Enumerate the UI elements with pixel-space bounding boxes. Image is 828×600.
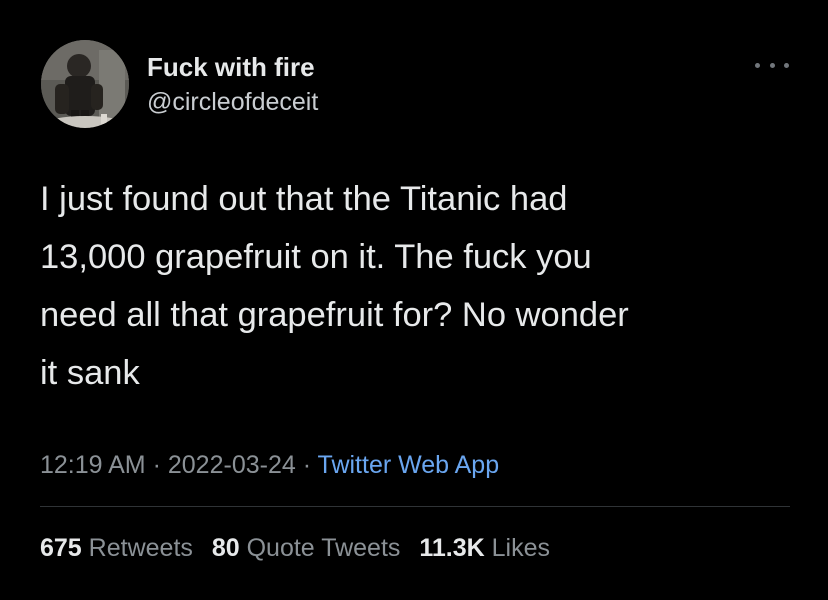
quote-tweets-label: Quote Tweets [246, 534, 401, 562]
tweet-text: I just found out that the Titanic had 13… [40, 170, 800, 402]
more-dot [769, 62, 775, 68]
author-handle[interactable]: @circleofdeceit [147, 87, 318, 117]
separator-dot: · [302, 451, 312, 479]
tweet-card: Fuck with fire @circleofdeceit I just fo… [0, 0, 828, 600]
tweet-source-link[interactable]: Twitter Web App [318, 451, 500, 479]
tweet-text-line: I just found out that the Titanic had [40, 180, 568, 218]
tweet-text-line: need all that grapefruit for? No wonder [40, 296, 629, 334]
more-dot [784, 62, 789, 68]
more-dot [755, 62, 760, 68]
tweet-text-line: it sank [40, 354, 140, 392]
more-horizontal-icon[interactable] [755, 56, 789, 74]
separator-dot: · [152, 451, 161, 479]
divider [40, 506, 790, 507]
engagement-stats: 675 Retweets 80 Quote Tweets 11.3K Likes [40, 530, 562, 566]
tweet-metadata: 12:19 AM · 2022-03-24 · Twitter Web App [40, 447, 499, 483]
retweets-count: 675 [40, 534, 82, 562]
likes-count: 11.3K [419, 534, 485, 562]
quote-tweets-count: 80 [211, 534, 240, 562]
quote-tweets-stat[interactable]: 80 Quote Tweets [212, 534, 401, 562]
retweets-stat[interactable]: 675 Retweets [40, 534, 193, 562]
author-name[interactable]: Fuck with fire [147, 51, 315, 83]
likes-label: Likes [491, 534, 551, 562]
likes-stat[interactable]: 11.3K Likes [419, 534, 550, 562]
tweet-time[interactable]: 12:19 AM [40, 451, 146, 479]
tweet-date[interactable]: 2022-03-24 [168, 451, 296, 479]
avatar[interactable] [41, 40, 129, 128]
retweets-label: Retweets [88, 534, 193, 562]
tweet-text-line: 13,000 grapefruit on it. The fuck you [40, 238, 592, 276]
